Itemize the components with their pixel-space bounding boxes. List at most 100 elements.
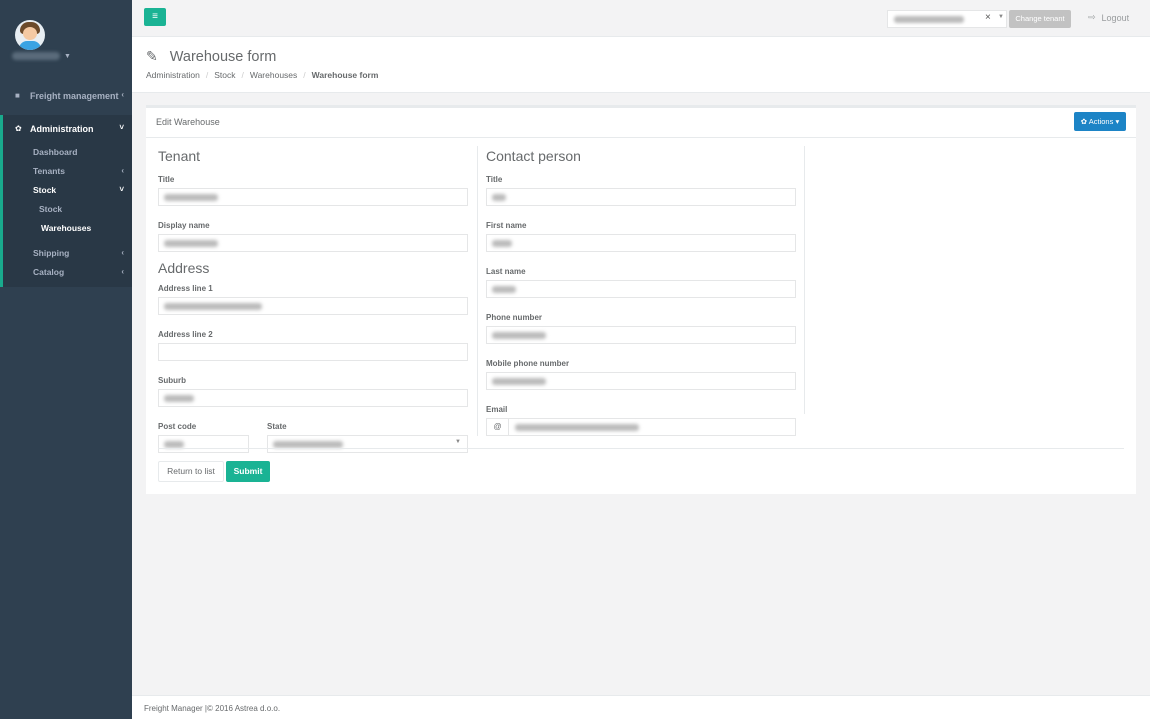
sidebar-item-stock-sub[interactable]: Stock [3,199,132,218]
gear-icon: ✿ [15,124,22,133]
sidebar-item-freight-management[interactable]: ■ Freight management ‹ [0,82,132,109]
state-select[interactable]: ▼ [267,435,468,453]
truck-icon: ■ [15,91,20,100]
sidebar-item-label: Dashboard [33,146,78,157]
logout-label: Logout [1101,12,1130,23]
sidebar-item-label: Shipping [33,247,70,258]
caret-down-icon[interactable]: ▼ [64,53,71,60]
tenant-address-column: Tenant Title Display name Address Addres… [158,148,468,453]
column-divider [804,146,805,414]
breadcrumb-stock[interactable]: Stock [214,70,235,80]
hamburger-icon: ≡ [152,11,158,22]
post-code-input[interactable] [158,435,249,453]
display-name-label: Display name [158,221,210,230]
chevron-left-icon: ‹ [121,267,124,276]
contact-title-input[interactable] [486,188,796,206]
tenant-value-blurred [894,16,964,23]
profile: ▼ [0,0,132,78]
breadcrumb-warehouses[interactable]: Warehouses [250,70,297,80]
menu-toggle-button[interactable]: ≡ [144,8,166,26]
breadcrumb-separator: / [241,70,244,80]
sidebar-item-label: Catalog [33,266,65,277]
address-section-title: Address [158,260,210,276]
change-tenant-button[interactable]: Change tenant [1009,10,1071,28]
caret-down-icon: ▼ [455,439,461,445]
sidebar-item-label: Administration [30,123,94,134]
top-navbar: ≡ × ▼ Change tenant ⇨ Logout [132,0,1150,37]
address-line-1-label: Address line 1 [158,284,213,293]
sidebar-item-label: Freight management [30,90,119,101]
caret-down-icon[interactable]: ▼ [998,14,1004,20]
caret-down-icon: ▾ [1115,117,1120,126]
edit-warehouse-panel: Edit Warehouse ✿ Actions ▾ Tenant Title … [146,105,1136,494]
sign-out-icon: ⇨ [1088,12,1096,22]
address-line-2-input[interactable] [158,343,468,361]
chevron-left-icon: ‹ [121,166,124,175]
suburb-label: Suburb [158,376,186,385]
first-name-input[interactable] [486,234,796,252]
post-code-label: Post code [158,422,197,431]
tenant-title-input[interactable] [158,188,468,206]
sidebar-admin-group: ✿ Administration ˅ Dashboard Tenants ‹ St… [0,115,132,287]
footer: Freight Manager |© 2016 Astrea d.o.o. [132,695,1150,719]
column-divider [477,146,478,436]
sidebar: ▼ ■ Freight management ‹ ✿ Administratio… [0,0,132,719]
sidebar-item-catalog[interactable]: Catalog ‹ [3,262,132,281]
phone-number-input[interactable] [486,326,796,344]
last-name-label: Last name [486,267,526,276]
sidebar-item-label: Stock [33,184,57,195]
page-title-text: Warehouse form [169,48,277,65]
contact-person-column: Contact person Title First name Last nam… [486,148,796,436]
email-label: Email [486,405,508,414]
email-input[interactable]: @ [486,418,796,436]
submit-button[interactable]: Submit [226,461,270,482]
sidebar-item-label: Tenants [33,165,65,176]
chevron-left-icon: ‹ [121,90,124,99]
gear-icon: ✿ [1080,117,1088,126]
username-blurred[interactable] [12,52,60,60]
display-name-input[interactable] [158,234,468,252]
address-line-2-label: Address line 2 [158,330,213,339]
breadcrumb-separator: / [205,70,209,80]
mobile-phone-input[interactable] [486,372,796,390]
page-heading: ✎ Warehouse form Administration / Stock … [132,37,1150,93]
footer-text: Freight Manager |© 2016 Astrea d.o.o. [144,704,281,713]
sidebar-item-shipping[interactable]: Shipping ‹ [3,243,132,262]
address-line-1-input[interactable] [158,297,468,315]
contact-title-label: Title [486,175,503,184]
logout-link[interactable]: ⇨ Logout [1088,12,1129,23]
return-to-list-button[interactable]: Return to list [158,461,224,482]
breadcrumb-separator: / [303,70,306,80]
suburb-input[interactable] [158,389,468,407]
sidebar-item-dashboard[interactable]: Dashboard [3,142,132,161]
chevron-down-icon: ˅ [119,123,124,132]
panel-title: Edit Warehouse [156,117,220,127]
sidebar-item-administration[interactable]: ✿ Administration ˅ [3,115,132,142]
phone-number-label: Phone number [486,313,543,322]
mobile-phone-label: Mobile phone number [486,359,570,368]
at-sign-addon: @ [487,419,509,435]
page-title: ✎ Warehouse form [146,48,276,65]
breadcrumb: Administration / Stock / Warehouses / Wa… [146,70,378,80]
clear-icon[interactable]: × [985,12,991,23]
sidebar-item-stock[interactable]: Stock ˅ [3,180,132,199]
breadcrumb-administration[interactable]: Administration [146,70,200,80]
actions-button[interactable]: ✿ Actions ▾ [1074,112,1126,131]
sidebar-item-label: Warehouses [41,222,92,233]
tenant-section-title: Tenant [158,148,201,164]
last-name-input[interactable] [486,280,796,298]
edit-icon: ✎ [146,48,158,64]
sidebar-item-tenants[interactable]: Tenants ‹ [3,161,132,180]
sidebar-item-warehouses[interactable]: Warehouses [0,218,132,237]
first-name-label: First name [486,221,527,230]
panel-header: Edit Warehouse ✿ Actions ▾ [146,108,1136,138]
avatar[interactable] [15,20,45,50]
tenant-select[interactable]: × ▼ [887,10,1007,28]
chevron-left-icon: ‹ [121,248,124,257]
sidebar-item-label: Stock [39,203,63,214]
actions-label: Actions [1088,117,1114,126]
title-label: Title [158,175,175,184]
breadcrumb-current: Warehouse form [311,70,379,80]
chevron-down-icon: ˅ [119,185,124,194]
state-label: State [267,422,287,431]
